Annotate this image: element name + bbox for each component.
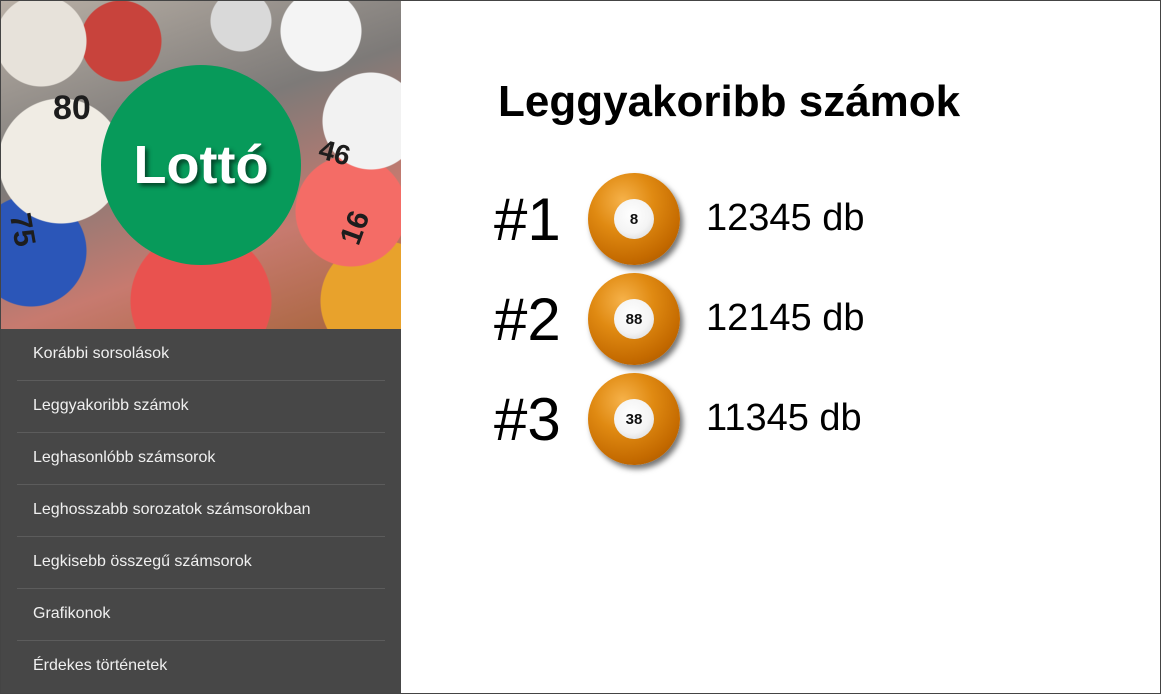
ball-number: 8 [614,199,654,239]
draw-count: 12345 db [706,197,865,239]
ball-number: 88 [614,299,654,339]
sidebar-item-most-frequent-numbers[interactable]: Leggyakoribb számok [17,381,385,433]
sidebar-item-most-similar-sequences[interactable]: Leghasonlóbb számsorok [17,433,385,485]
lottery-ball-icon: 88 [588,273,680,365]
rank-label: #2 [494,286,561,353]
rank-label: #1 [494,186,561,253]
hero-ball-number: 16 [334,206,377,250]
logo-text: Lottó [133,135,269,195]
main-content: Leggyakoribb számok #1 8 12345 db #2 88 … [401,1,1160,693]
rank-label: #3 [494,386,561,453]
sidebar-item-interesting-stories[interactable]: Érdekes történetek [17,641,385,693]
ranking-row: #2 88 12145 db [494,273,1094,373]
hero-ball-number: 75 [3,210,42,250]
sidebar-item-longest-runs[interactable]: Leghosszabb sorozatok számsorokban [17,485,385,537]
sidebar-nav: Korábbi sorsolások Leggyakoribb számok L… [1,329,401,693]
ranking-row: #3 38 11345 db [494,373,1094,473]
draw-count: 12145 db [706,297,865,339]
app-window: 80 46 75 16 Lottó Korábbi sorsolások Leg… [0,0,1161,694]
draw-count: 11345 db [706,397,862,439]
sidebar-item-charts[interactable]: Grafikonok [17,589,385,641]
lottery-ball-icon: 38 [588,373,680,465]
logo[interactable]: Lottó [101,65,301,265]
sidebar-item-previous-draws[interactable]: Korábbi sorsolások [17,329,385,381]
hero-lottery-balls-image: 80 46 75 16 Lottó [1,1,401,329]
hero-ball-number: 80 [53,89,91,127]
ranking-row: #1 8 12345 db [494,173,1094,273]
page-title: Leggyakoribb számok [498,77,961,126]
hero-ball-number: 46 [315,133,354,172]
ball-number: 38 [614,399,654,439]
sidebar: 80 46 75 16 Lottó Korábbi sorsolások Leg… [1,1,401,693]
sidebar-item-lowest-sum-sequences[interactable]: Legkisebb összegű számsorok [17,537,385,589]
lottery-ball-icon: 8 [588,173,680,265]
